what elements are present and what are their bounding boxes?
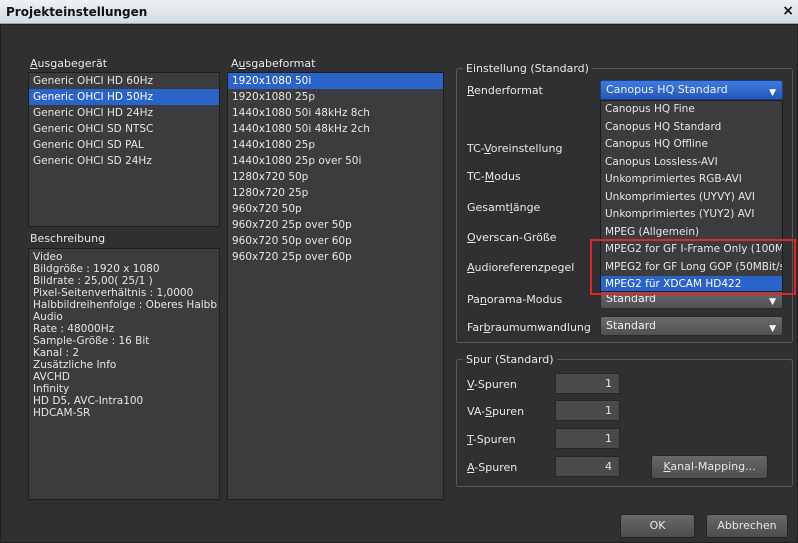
description-line: Halbbildreihenfolge : Oberes Halbb bbox=[33, 299, 218, 311]
t-tracks-input[interactable]: 1 bbox=[555, 428, 620, 449]
window-title: Projekteinstellungen bbox=[6, 5, 148, 19]
title-bar: Projekteinstellungen × bbox=[0, 0, 798, 24]
renderformat-option[interactable]: Unkomprimiertes (YUY2) AVI bbox=[601, 206, 782, 224]
renderformat-label: Renderformat bbox=[467, 84, 543, 97]
chevron-down-icon: ▼ bbox=[769, 324, 776, 334]
description-line: Bildrate : 25,00( 25/1 ) bbox=[33, 275, 153, 287]
description-box: Video Bildgröße : 1920 x 1080 Bildrate : 2… bbox=[28, 248, 220, 500]
description-line: Infinity bbox=[33, 383, 70, 395]
output-format-item[interactable]: 1440x1080 25p over 50i bbox=[228, 153, 443, 169]
output-device-item[interactable]: Generic OHCI SD NTSC bbox=[29, 121, 219, 137]
output-format-list[interactable]: 1920x1080 50i 1920x1080 25p 1440x1080 50i … bbox=[227, 72, 444, 500]
description-line: Video bbox=[33, 251, 63, 263]
tc-mode-label: TC-Modus bbox=[467, 170, 521, 183]
output-device-item[interactable]: Generic OHCI HD 50Hz bbox=[29, 89, 219, 105]
output-device-item[interactable]: Generic OHCI HD 24Hz bbox=[29, 105, 219, 121]
a-tracks-label: A-Spuren bbox=[467, 461, 518, 474]
output-format-item[interactable]: 1920x1080 25p bbox=[228, 89, 443, 105]
description-label: Beschreibung bbox=[30, 232, 106, 245]
va-tracks-input[interactable]: 1 bbox=[555, 400, 620, 421]
colorspace-label: Farbraumumwandlung bbox=[467, 321, 591, 334]
output-format-item[interactable]: 1440x1080 50i 48kHz 8ch bbox=[228, 105, 443, 121]
output-format-item[interactable]: 1280x720 25p bbox=[228, 185, 443, 201]
output-format-item[interactable]: 960x720 50p over 60p bbox=[228, 233, 443, 249]
renderformat-select[interactable]: Canopus HQ Standard ▼ bbox=[600, 80, 783, 100]
output-device-item[interactable]: Generic OHCI HD 60Hz bbox=[29, 73, 219, 89]
description-line: Kanal : 2 bbox=[33, 347, 80, 359]
a-tracks-input[interactable]: 4 bbox=[555, 456, 620, 477]
renderformat-option[interactable]: Canopus HQ Fine bbox=[601, 101, 782, 119]
output-format-label: Ausgabeformat bbox=[231, 57, 316, 70]
renderformat-value: Canopus HQ Standard bbox=[606, 83, 728, 96]
description-line: HDCAM-SR bbox=[33, 407, 91, 419]
description-line: AVCHD bbox=[33, 371, 71, 383]
close-icon[interactable]: × bbox=[782, 3, 794, 19]
output-format-item[interactable]: 960x720 25p over 50p bbox=[228, 217, 443, 233]
renderformat-option[interactable]: Canopus Lossless-AVI bbox=[601, 154, 782, 172]
output-format-item[interactable]: 1440x1080 25p bbox=[228, 137, 443, 153]
ok-button[interactable]: OK bbox=[620, 514, 695, 538]
audio-ref-label: Audioreferenzpegel bbox=[467, 261, 575, 274]
total-length-label: Gesamtlänge bbox=[467, 201, 541, 214]
va-tracks-label: VA-Spuren bbox=[467, 405, 525, 418]
description-line: Rate : 48000Hz bbox=[33, 323, 115, 335]
description-line: HD D5, AVC-Intra100 bbox=[33, 395, 144, 407]
output-format-item[interactable]: 960x720 50p bbox=[228, 201, 443, 217]
output-format-item[interactable]: 1920x1080 50i bbox=[228, 73, 443, 89]
v-tracks-input[interactable]: 1 bbox=[555, 373, 620, 394]
description-line: Sample-Größe : 16 Bit bbox=[33, 335, 150, 347]
channel-mapping-button[interactable]: Kanal-Mapping... bbox=[651, 455, 768, 479]
renderformat-option[interactable]: Unkomprimiertes (UYVY) AVI bbox=[601, 189, 782, 207]
renderformat-option[interactable]: Canopus HQ Standard bbox=[601, 119, 782, 137]
description-line: Zusätzliche Info bbox=[33, 359, 117, 371]
output-format-item[interactable]: 960x720 25p over 60p bbox=[228, 249, 443, 265]
chevron-down-icon: ▼ bbox=[769, 297, 776, 307]
renderformat-option[interactable]: Canopus HQ Offline bbox=[601, 136, 782, 154]
description-line: Audio bbox=[33, 311, 63, 323]
description-line: Pixel-Seitenverhältnis : 1,0000 bbox=[33, 287, 194, 299]
colorspace-value: Standard bbox=[606, 319, 657, 332]
output-format-item[interactable]: 1440x1080 50i 48kHz 2ch bbox=[228, 121, 443, 137]
cancel-button[interactable]: Abbrechen bbox=[706, 514, 788, 538]
output-device-label: Ausgabegerät bbox=[30, 57, 108, 70]
t-tracks-label: T-Spuren bbox=[467, 433, 516, 446]
description-line: Bildgröße : 1920 x 1080 bbox=[33, 263, 160, 275]
tc-preset-label: TC-Voreinstellung bbox=[467, 142, 563, 155]
settings-group-label: Einstellung (Standard) bbox=[463, 62, 592, 75]
output-device-item[interactable]: Generic OHCI SD PAL bbox=[29, 137, 219, 153]
overscan-label: Overscan-Größe bbox=[467, 231, 557, 244]
renderformat-option[interactable]: Unkomprimiertes RGB-AVI bbox=[601, 171, 782, 189]
tracks-group-label: Spur (Standard) bbox=[463, 353, 557, 366]
panorama-label: Panorama-Modus bbox=[467, 293, 563, 306]
output-device-list[interactable]: Generic OHCI HD 60Hz Generic OHCI HD 50Hz… bbox=[28, 72, 220, 227]
v-tracks-label: V-Spuren bbox=[467, 378, 517, 391]
output-device-item[interactable]: Generic OHCI SD 24Hz bbox=[29, 153, 219, 169]
colorspace-select[interactable]: Standard ▼ bbox=[600, 316, 783, 336]
output-format-item[interactable]: 1280x720 50p bbox=[228, 169, 443, 185]
highlight-box bbox=[590, 239, 796, 295]
